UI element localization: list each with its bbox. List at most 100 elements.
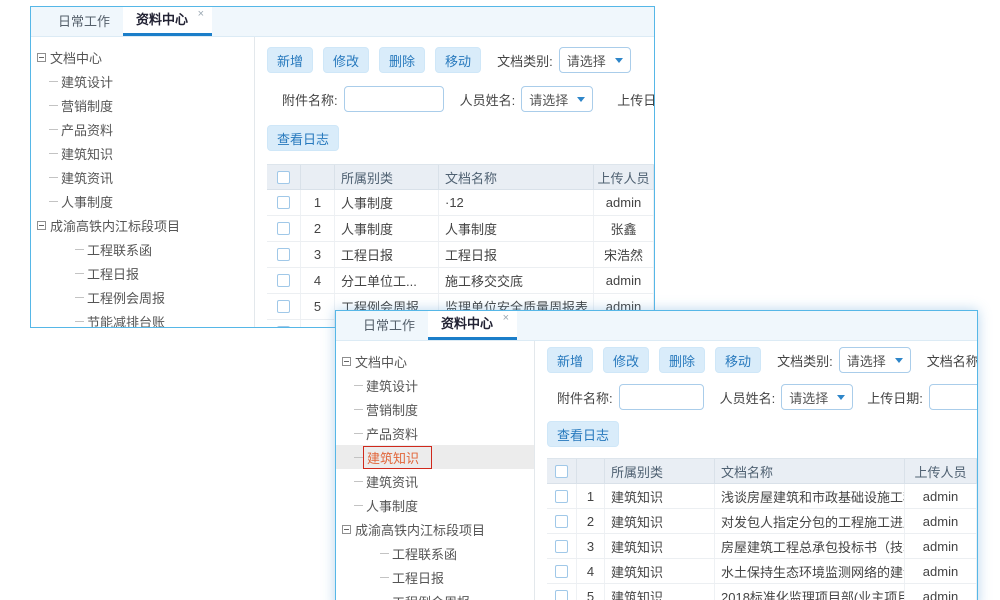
tree-item[interactable]: 人事制度 (31, 189, 254, 213)
doc-category-select[interactable]: 请选择 (559, 47, 631, 73)
table-row[interactable]: 1 建筑知识 浅谈房屋建筑和市政基础设施工程施... admin (547, 484, 977, 509)
row-index: 5 (577, 584, 605, 600)
toolbar-filters-row: 附件名称: 人员姓名: 请选择 上传日期: (547, 384, 977, 410)
tab-daily-work[interactable]: 日常工作 (45, 7, 123, 36)
action-button[interactable]: 移动 (715, 347, 761, 373)
collapse-toggle-icon[interactable] (342, 525, 351, 534)
row-checkbox[interactable] (277, 300, 290, 313)
action-button[interactable]: 新增 (547, 347, 593, 373)
row-checkbox[interactable] (277, 274, 290, 287)
tree-connector-icon (75, 321, 84, 322)
close-tab-icon[interactable]: × (503, 312, 509, 324)
tree-item[interactable]: 建筑知识 (31, 141, 254, 165)
table-row[interactable]: 4 建筑知识 水土保持生态环境监测网络的建设与... admin (547, 559, 977, 584)
table-row[interactable]: 2 建筑知识 对发包人指定分包的工程施工进度安... admin (547, 509, 977, 534)
doc-category-select[interactable]: 请选择 (839, 347, 911, 373)
row-checkbox[interactable] (555, 540, 568, 553)
tree-item-label: 文档中心 (50, 48, 102, 67)
window-body: 文档中心 建筑设计 营销制度 产品资料 建筑知识 建筑资讯 (336, 341, 977, 600)
tree-connector-icon (75, 249, 84, 250)
action-button[interactable]: 修改 (603, 347, 649, 373)
tree-item-label: 建筑资讯 (61, 168, 113, 187)
tree-item[interactable]: 文档中心 (31, 45, 254, 69)
tree-item-label: 建筑设计 (366, 376, 418, 395)
tree-connector-icon (354, 457, 363, 458)
cell-doc-name: ·12 (439, 190, 594, 215)
tree-item[interactable]: 建筑资讯 (31, 165, 254, 189)
row-index: 6 (301, 320, 335, 327)
action-button[interactable]: 新增 (267, 47, 313, 73)
tree-item-label: 产品资料 (366, 424, 418, 443)
tree-item[interactable]: 工程日报 (31, 261, 254, 285)
view-log-button[interactable]: 查看日志 (267, 125, 339, 151)
tree-item[interactable]: 成渝高铁内江标段项目 (31, 213, 254, 237)
close-tab-icon[interactable]: × (198, 8, 204, 20)
tree-item[interactable]: 建筑资讯 (336, 469, 534, 493)
tree-item[interactable]: 成渝高铁内江标段项目 (336, 517, 534, 541)
person-name-label: 人员姓名: (460, 90, 516, 109)
row-checkbox[interactable] (555, 565, 568, 578)
tree-connector-icon (49, 105, 58, 106)
row-checkbox[interactable] (555, 590, 568, 600)
tree-item[interactable]: 人事制度 (336, 493, 534, 517)
row-checkbox[interactable] (277, 196, 290, 209)
cell-uploader: admin (905, 559, 977, 583)
tree-item-label: 建筑知识 (363, 446, 432, 469)
collapse-toggle-icon[interactable] (37, 53, 46, 62)
tree-item[interactable]: 建筑设计 (336, 373, 534, 397)
tree-item[interactable]: 节能减排台账 (31, 309, 254, 327)
action-button[interactable]: 删除 (379, 47, 425, 73)
tree-item[interactable]: 产品资料 (31, 117, 254, 141)
tree-item-label: 工程联系函 (87, 240, 152, 259)
row-checkbox[interactable] (555, 515, 568, 528)
row-checkbox[interactable] (555, 490, 568, 503)
row-checkbox[interactable] (277, 222, 290, 235)
tree-item-label: 建筑设计 (61, 72, 113, 91)
action-button[interactable]: 删除 (659, 347, 705, 373)
tree-item[interactable]: 工程联系函 (336, 541, 534, 565)
tab-data-center[interactable]: 资料中心 × (123, 7, 212, 36)
attachment-name-input[interactable] (344, 86, 444, 112)
tab-data-center[interactable]: 资料中心 × (428, 311, 517, 340)
header-index (301, 165, 335, 189)
collapse-toggle-icon[interactable] (342, 357, 351, 366)
upload-date-label: 上传日期: (867, 388, 923, 407)
tree-item[interactable]: 建筑设计 (31, 69, 254, 93)
row-checkbox[interactable] (277, 248, 290, 261)
upload-date-input[interactable] (929, 384, 977, 410)
action-button[interactable]: 移动 (435, 47, 481, 73)
table-row[interactable]: 3 工程日报 工程日报 宋浩然 (267, 242, 654, 268)
table-row[interactable]: 5 建筑知识 2018标准化监理项目部(业主项目部)... admin (547, 584, 977, 600)
tree-item[interactable]: 营销制度 (31, 93, 254, 117)
person-name-select[interactable]: 请选择 (781, 384, 853, 410)
tree-item[interactable]: 工程日报 (336, 565, 534, 589)
tab-daily-work[interactable]: 日常工作 (350, 311, 428, 340)
table-row[interactable]: 2 人事制度 人事制度 张鑫 (267, 216, 654, 242)
select-value: 请选择 (529, 90, 568, 109)
tree-connector-icon (354, 433, 363, 434)
view-log-button[interactable]: 查看日志 (547, 421, 619, 447)
table-row[interactable]: 4 分工单位工... 施工移交交底 admin (267, 268, 654, 294)
tree-item[interactable]: 工程联系函 (31, 237, 254, 261)
table-row[interactable]: 3 建筑知识 房屋建筑工程总承包投标书（技术标... admin (547, 534, 977, 559)
tree-item[interactable]: 建筑知识 (336, 445, 534, 469)
person-name-label: 人员姓名: (720, 388, 776, 407)
tree-item[interactable]: 工程例会周报 (31, 285, 254, 309)
tree-item[interactable]: 文档中心 (336, 349, 534, 373)
collapse-toggle-icon[interactable] (37, 221, 46, 230)
tree-item-label: 成渝高铁内江标段项目 (50, 216, 180, 235)
table-row[interactable]: 1 人事制度 ·12 admin (267, 190, 654, 216)
header-doc-name: 文档名称 (715, 459, 905, 483)
select-all-checkbox[interactable] (555, 465, 568, 478)
tree-item[interactable]: 工程例会周报 (336, 589, 534, 600)
action-button[interactable]: 修改 (323, 47, 369, 73)
attachment-name-input[interactable] (619, 384, 704, 410)
tree-item[interactable]: 产品资料 (336, 421, 534, 445)
tree-connector-icon (354, 481, 363, 482)
row-checkbox[interactable] (277, 326, 290, 327)
attachment-name-label: 附件名称: (557, 388, 613, 407)
select-all-checkbox[interactable] (277, 171, 290, 184)
person-name-select[interactable]: 请选择 (521, 86, 593, 112)
tree-item[interactable]: 营销制度 (336, 397, 534, 421)
toolbar-log-row: 查看日志 (547, 421, 977, 447)
